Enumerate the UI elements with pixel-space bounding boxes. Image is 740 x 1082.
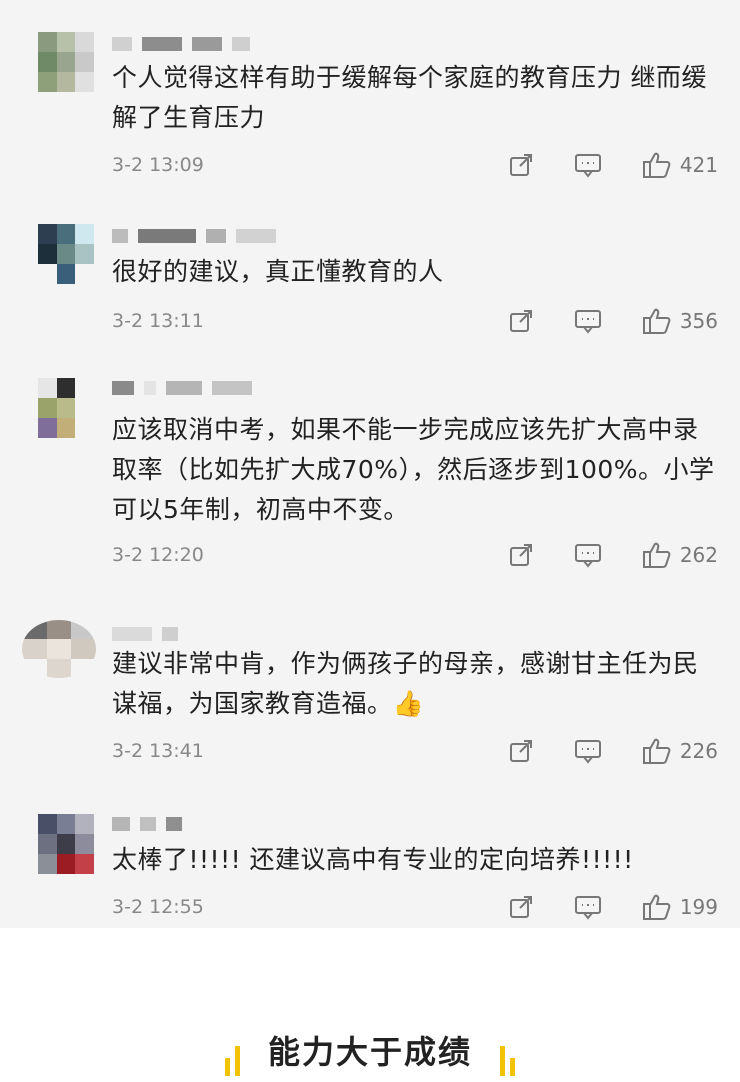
username-pixelated[interactable]	[112, 228, 276, 244]
comment-time: 3-2 13:11	[112, 310, 204, 332]
comment-list: 个人觉得这样有助于缓解每个家庭的教育压力 继而缓解了生育压力 3-2 13:09…	[0, 0, 740, 928]
share-icon	[509, 544, 532, 566]
share-button[interactable]	[508, 542, 534, 568]
like-count: 262	[679, 543, 718, 567]
comment-time: 3-2 13:09	[112, 154, 204, 176]
reply-button[interactable]	[574, 738, 602, 764]
comment-time: 3-2 12:55	[112, 896, 204, 918]
username-pixelated[interactable]	[112, 36, 250, 52]
username-pixelated[interactable]	[112, 380, 252, 396]
username-pixelated[interactable]	[112, 816, 182, 832]
thumbs-up-icon	[642, 542, 671, 568]
reply-icon	[574, 310, 601, 334]
reply-icon	[574, 740, 601, 764]
share-button[interactable]	[508, 152, 534, 178]
decorative-bars-left	[224, 1042, 240, 1076]
comment-text: 太棒了!!!!! 还建议高中有专业的定向培养!!!!!	[112, 845, 634, 874]
like-count: 421	[679, 153, 718, 177]
reply-button[interactable]	[574, 152, 602, 178]
comment-text: 建议非常中肯，作为俩孩子的母亲，感谢甘主任为民谋福，为国家教育造福。👍	[112, 649, 699, 718]
reply-button[interactable]	[574, 308, 602, 334]
thumbs-up-icon	[642, 308, 671, 334]
avatar[interactable]	[22, 620, 96, 678]
share-icon	[509, 310, 532, 332]
username-pixelated[interactable]	[112, 626, 178, 642]
like-button[interactable]: 356	[642, 307, 718, 335]
comment-time: 3-2 12:20	[112, 544, 204, 566]
thumbs-up-icon	[642, 738, 671, 764]
reply-button[interactable]	[574, 542, 602, 568]
comment-text: 应该取消中考，如果不能一步完成应该先扩大高中录取率（比如先扩大成70%），然后逐…	[112, 415, 715, 524]
thumbs-up-icon	[642, 152, 671, 178]
comment-meta: 3-2 12:55 199	[112, 892, 718, 922]
comment-text: 个人觉得这样有助于缓解每个家庭的教育压力 继而缓解了生育压力	[112, 63, 707, 132]
like-count: 199	[679, 895, 718, 919]
section-title: 能力大于成绩	[267, 1033, 472, 1071]
section-footer: 能力大于成绩	[0, 1030, 740, 1076]
share-icon	[509, 896, 532, 918]
like-count: 226	[679, 739, 718, 763]
share-button[interactable]	[508, 894, 534, 920]
avatar[interactable]	[38, 32, 94, 92]
comment-time: 3-2 13:41	[112, 740, 204, 762]
comment-meta: 3-2 12:20 262	[112, 540, 718, 570]
comment-meta: 3-2 13:11 356	[112, 306, 718, 336]
share-icon	[509, 154, 532, 176]
like-button[interactable]: 262	[642, 541, 718, 569]
reply-icon	[574, 896, 601, 920]
comment-meta: 3-2 13:41 226	[112, 736, 718, 766]
decorative-bars-right	[500, 1042, 515, 1076]
like-button[interactable]: 199	[642, 893, 718, 921]
thumbs-up-icon	[642, 894, 671, 920]
like-button[interactable]: 421	[642, 151, 718, 179]
avatar[interactable]	[38, 224, 94, 284]
reply-button[interactable]	[574, 894, 602, 920]
avatar[interactable]	[38, 814, 94, 874]
avatar[interactable]	[38, 378, 94, 438]
share-button[interactable]	[508, 308, 534, 334]
comment-text: 很好的建议，真正懂教育的人	[112, 257, 444, 286]
like-count: 356	[679, 309, 718, 333]
share-icon	[509, 740, 532, 762]
comment-meta: 3-2 13:09 421	[112, 150, 718, 180]
reply-icon	[574, 154, 601, 178]
share-button[interactable]	[508, 738, 534, 764]
reply-icon	[574, 544, 601, 568]
like-button[interactable]: 226	[642, 737, 718, 765]
